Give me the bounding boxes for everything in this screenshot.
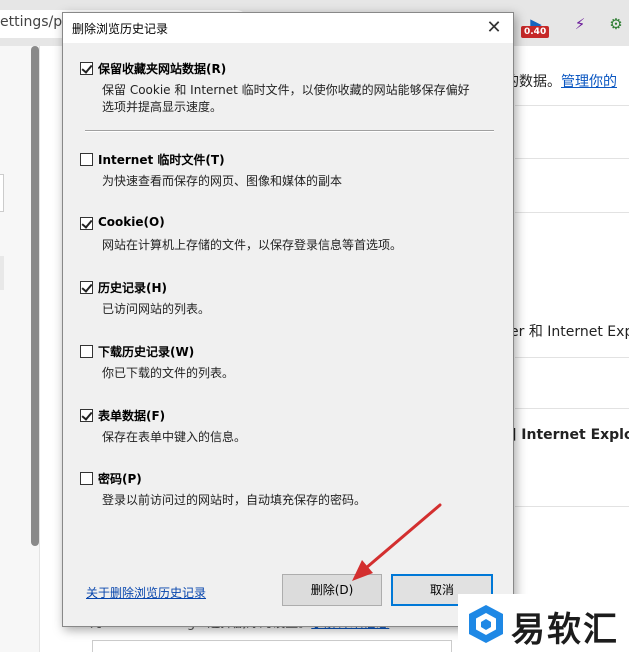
dialog-titlebar: 删除浏览历史记录 ✕ [63,13,513,43]
manage-link[interactable]: 管理你的 [561,74,617,90]
bg-text-ie-heading: ] Internet Explo [510,427,629,443]
divider [515,158,629,159]
option-label: 表单数据(F) [98,409,166,423]
sidebar-search-box[interactable] [0,174,4,212]
bg-bottom-box[interactable] [92,640,452,652]
bg-text-ie-mode: er 和 Internet Exp [510,324,629,340]
lightning-icon[interactable]: ⚡ [570,14,590,34]
option-description: 登录以前访问过的网站时，自动填充保存的密码。 [102,493,367,507]
option-description: 保留 Cookie 和 Internet 临时文件，以使你收藏的网站能够保存偏好… [102,83,470,114]
checkbox-download-history[interactable] [80,345,93,358]
divider [515,105,629,106]
about-delete-history-link[interactable]: 关于删除浏览历史记录 [86,584,206,601]
extension-badge: 0.40 [521,26,550,38]
checkbox-cookie[interactable] [80,217,93,230]
option-description: 保存在表单中键入的信息。 [102,430,247,444]
checkbox-preserve-favorites[interactable] [80,62,93,75]
option-label: Cookie(O) [98,215,165,229]
delete-button[interactable]: 删除(D) [282,574,382,606]
site-logo: 易软汇 [458,594,629,652]
option-label: Internet 临时文件(T) [98,153,225,167]
delete-history-dialog: 删除浏览历史记录 ✕ 保留收藏夹网站数据(R) 保留 Cookie 和 Inte… [62,12,514,627]
logo-text: 易软汇 [511,610,619,650]
option-label: 下载历史记录(W) [98,345,195,359]
separator [85,130,494,132]
checkbox-history[interactable] [80,281,93,294]
bg-text-data: 的数据。管理你的 [505,74,617,90]
close-icon[interactable]: ✕ [477,15,511,41]
checkbox-temp-files[interactable] [80,153,93,166]
dialog-title: 删除浏览历史记录 [72,22,169,36]
gear-icon[interactable]: ⚙ [606,14,626,34]
option-description: 网站在计算机上存储的文件，以保存登录信息等首选项。 [102,238,403,252]
checkbox-form-data[interactable] [80,409,93,422]
divider [515,212,629,213]
option-label: 密码(P) [98,472,142,486]
option-description: 你已下载的文件的列表。 [102,366,235,380]
option-label: 历史记录(H) [98,281,168,295]
logo-mark-icon [469,605,503,643]
divider [515,357,629,358]
option-description: 已访问网站的列表。 [102,302,211,316]
checkbox-passwords[interactable] [80,472,93,485]
divider [515,408,629,409]
option-label: 保留收藏夹网站数据(R) [98,62,227,76]
scrollbar[interactable] [31,46,39,546]
option-description: 为快速查看而保存的网页、图像和媒体的副本 [102,174,343,188]
sidebar-item-selected[interactable] [0,256,4,290]
divider [515,506,629,507]
